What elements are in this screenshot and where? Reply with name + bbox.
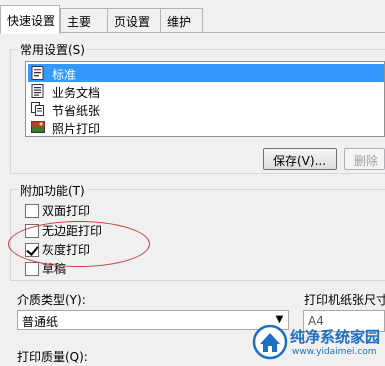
watermark: 纯净系统家园 www.yidaimei.com (250, 320, 385, 366)
photo-print-icon (31, 121, 45, 133)
tab-quick-setup[interactable]: 快速设置 (0, 5, 60, 34)
tab-bar: 快速设置 主要 页设置 维护 (0, 0, 385, 34)
tab-label: 页设置 (114, 15, 151, 29)
common-settings-list[interactable]: 标准 业务文档 节省纸张 照片打印 (25, 61, 385, 137)
tab-label: 快速设置 (7, 14, 56, 28)
save-button[interactable]: 保存(V)... (263, 148, 337, 170)
watermark-logo-icon (252, 324, 288, 360)
list-item-label: 节省纸张 (52, 104, 101, 118)
standard-doc-icon (31, 66, 44, 80)
tab-main[interactable]: 主要 (60, 8, 112, 32)
delete-button[interactable]: 删除 (344, 148, 385, 170)
duplex-label: 双面打印 (42, 204, 91, 218)
media-type-value: 普通纸 (22, 315, 59, 329)
list-item[interactable]: 照片打印 (28, 118, 384, 136)
media-type-select[interactable]: 普通纸 ▼ (17, 310, 289, 330)
additional-features-title: 附加功能(T) (18, 182, 87, 199)
paper-save-icon (31, 102, 44, 116)
business-doc-icon (31, 84, 44, 98)
media-type-label: 介质类型(Y): (17, 293, 86, 307)
draft-checkbox[interactable] (25, 262, 39, 276)
common-settings-title: 常用设置(S) (18, 41, 87, 58)
tab-maintenance[interactable]: 维护 (160, 8, 203, 32)
list-item[interactable]: 标准 (28, 64, 384, 82)
watermark-url: www.yidaimei.com (292, 347, 377, 357)
list-item-label: 业务文档 (52, 86, 101, 100)
tab-label: 维护 (167, 15, 192, 29)
list-item-label: 照片打印 (52, 122, 101, 136)
watermark-title: 纯净系统家园 (290, 328, 381, 346)
list-item[interactable]: 节省纸张 (28, 100, 384, 118)
annotation-ellipse (8, 221, 150, 267)
tab-label: 主要 (67, 15, 92, 29)
paper-size-label: 打印机纸张尺寸 (304, 293, 385, 307)
list-item[interactable]: 业务文档 (28, 82, 384, 100)
print-quality-label: 打印质量(Q): (17, 350, 88, 364)
duplex-checkbox[interactable] (25, 204, 39, 218)
tab-page-setup[interactable]: 页设置 (107, 8, 161, 32)
list-item-label: 标准 (52, 68, 77, 82)
